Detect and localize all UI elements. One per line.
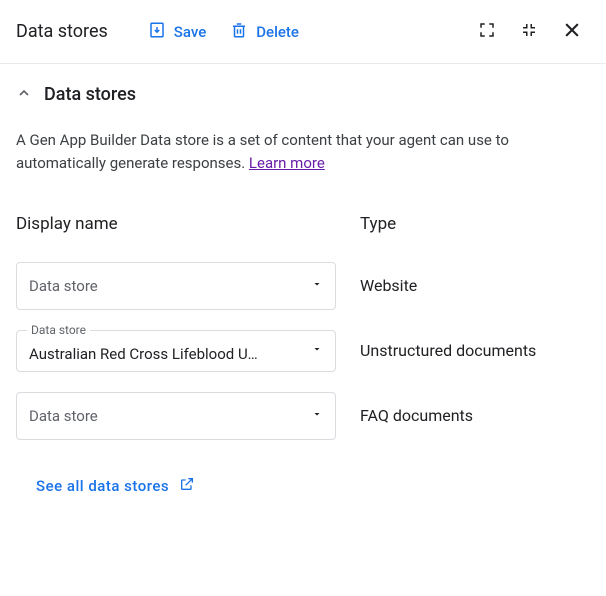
header-bar: Data stores Save Delete xyxy=(0,0,606,64)
chevron-up-icon xyxy=(16,85,32,105)
select-placeholder: Data store xyxy=(29,277,98,295)
column-header-display-name: Display name xyxy=(16,214,336,234)
select-placeholder: Data store xyxy=(29,407,98,425)
close-button[interactable] xyxy=(554,12,590,51)
data-store-row: Data store FAQ documents xyxy=(16,392,590,440)
column-headers: Display name Type xyxy=(16,214,590,234)
data-store-row: Data store Website xyxy=(16,262,590,310)
exit-fullscreen-button[interactable] xyxy=(512,13,546,50)
data-store-select[interactable]: Data store Australian Red Cross Lifebloo… xyxy=(16,330,336,372)
save-icon xyxy=(148,21,166,43)
fullscreen-icon xyxy=(478,21,496,42)
type-value: Unstructured documents xyxy=(360,340,536,362)
data-store-select[interactable]: Data store xyxy=(16,262,336,310)
dropdown-icon xyxy=(311,408,323,424)
dropdown-icon xyxy=(311,278,323,294)
save-button[interactable]: Save xyxy=(140,15,214,49)
save-button-label: Save xyxy=(174,23,206,41)
type-value: Website xyxy=(360,275,417,297)
section-body: Data stores A Gen App Builder Data store… xyxy=(0,64,606,516)
section-description: A Gen App Builder Data store is a set of… xyxy=(16,129,590,174)
header-title: Data stores xyxy=(16,21,108,42)
fullscreen-button[interactable] xyxy=(470,13,504,50)
select-float-label: Data store xyxy=(27,323,90,337)
delete-button[interactable]: Delete xyxy=(222,15,307,49)
external-link-icon xyxy=(179,476,195,496)
data-store-select[interactable]: Data store xyxy=(16,392,336,440)
exit-fullscreen-icon xyxy=(520,21,538,42)
data-store-row: Data store Australian Red Cross Lifebloo… xyxy=(16,330,590,372)
column-header-type: Type xyxy=(360,214,590,234)
select-value: Australian Red Cross Lifeblood U… xyxy=(29,339,311,363)
section-header[interactable]: Data stores xyxy=(16,84,590,105)
section-title: Data stores xyxy=(44,84,136,105)
see-all-link[interactable]: See all data stores xyxy=(36,476,195,496)
close-icon xyxy=(562,20,582,43)
delete-button-label: Delete xyxy=(256,23,299,41)
dropdown-icon xyxy=(311,343,323,359)
delete-icon xyxy=(230,21,248,43)
see-all-label: See all data stores xyxy=(36,477,169,495)
learn-more-link[interactable]: Learn more xyxy=(249,154,325,172)
type-value: FAQ documents xyxy=(360,405,473,427)
